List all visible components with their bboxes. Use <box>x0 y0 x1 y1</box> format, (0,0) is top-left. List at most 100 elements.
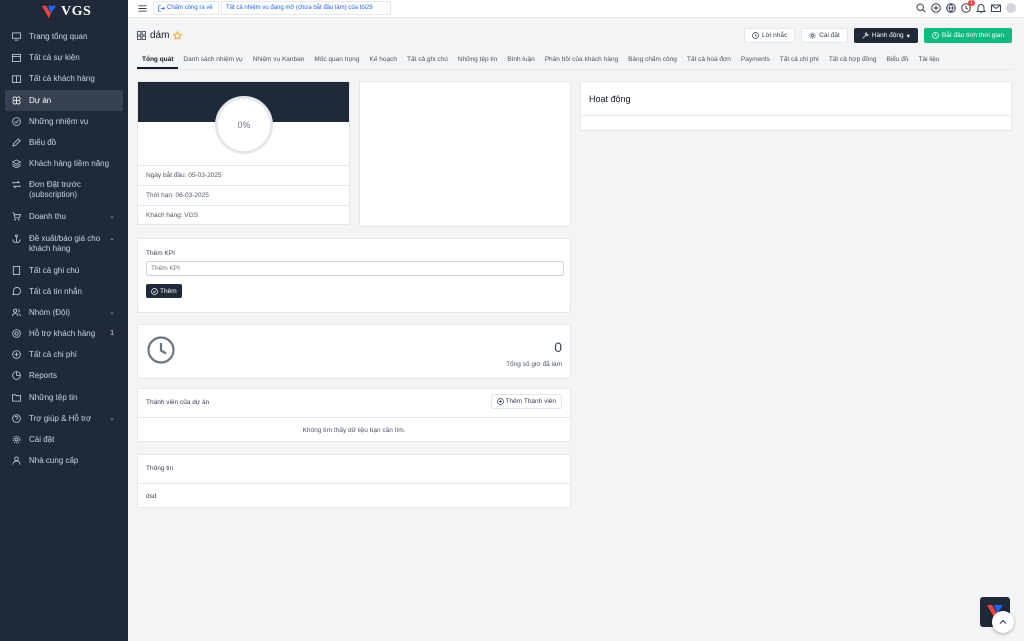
chevron-down-icon: ⌄ <box>109 414 115 422</box>
sidebar-item-label: Tất cả tin nhắn <box>29 286 82 296</box>
project-info-card: Thông tin dsd <box>137 454 571 508</box>
sidebar-item-subscriptions[interactable]: Đơn Đặt trước (subscription) <box>0 174 128 206</box>
search-icon[interactable] <box>916 3 926 13</box>
sidebar-item-settings[interactable]: Cài đặt <box>0 429 128 450</box>
tab-timesheets[interactable]: Bảng chấm công <box>623 52 682 69</box>
chart-pie-icon <box>12 371 21 381</box>
page-title: dám <box>137 30 183 41</box>
sidebar-item-events[interactable]: Tất cả sự kiện <box>0 47 128 68</box>
kpi-input[interactable] <box>146 261 564 276</box>
add-member-button[interactable]: Thêm Thành viên <box>490 394 562 409</box>
folder-icon <box>12 394 21 402</box>
client-name: Khách hàng: VGS <box>146 212 199 219</box>
deadline-row: Thời hạn: 06-03-2025 <box>138 185 349 205</box>
add-kpi-button[interactable]: Thêm <box>146 284 182 298</box>
start-timer-button[interactable]: Bắt đầu tính thời gian <box>923 28 1012 43</box>
avatar[interactable] <box>1006 3 1016 13</box>
sidebar-item-dashboard[interactable]: Trang tổng quan <box>0 26 128 47</box>
tab-comments[interactable]: Bình luận <box>502 52 539 69</box>
tab-overview[interactable]: Tổng quát <box>137 52 179 69</box>
sidebar-item-team[interactable]: Nhóm (Đội) ⌄ <box>0 302 128 323</box>
add-icon[interactable] <box>931 3 941 13</box>
tab-kanban[interactable]: Nhiệm vụ Kanban <box>248 52 310 69</box>
tab-plan[interactable]: Kế hoạch <box>365 52 402 69</box>
sidebar-item-label: Đơn Đặt trước (subscription) <box>29 180 81 200</box>
tab-charts[interactable]: Biểu đồ <box>881 52 913 69</box>
tab-contracts[interactable]: Tất cả hợp đồng <box>824 52 882 69</box>
tab-milestones[interactable]: Mốc quan trọng <box>309 52 364 69</box>
sidebar-item-label: Tất cả sự kiện <box>29 53 80 63</box>
menu-icon[interactable] <box>138 4 147 13</box>
timer-notification[interactable]: 1 <box>961 0 975 13</box>
sidebar-item-help[interactable]: Trợ giúp & Hỗ trợ ⌄ <box>0 408 128 429</box>
sidebar-item-reports[interactable]: Reports <box>0 365 128 386</box>
sidebar-item-support[interactable]: Hỗ trợ khách hàng 1 <box>0 323 128 344</box>
clock-out-button[interactable]: Chấm công ra về <box>153 1 219 15</box>
brand-logo[interactable]: VGS <box>0 0 128 24</box>
bell-icon[interactable] <box>976 3 986 13</box>
scroll-to-top-button[interactable] <box>992 611 1014 633</box>
wrench-icon <box>862 32 869 39</box>
building-icon <box>12 75 21 84</box>
cart-icon <box>12 212 21 221</box>
plus-circle-icon <box>12 350 21 360</box>
actions-dropdown[interactable]: Hành động ▾ <box>853 28 918 43</box>
sidebar-item-files[interactable]: Những tệp tin <box>0 387 128 408</box>
reminder-label: Lời nhắc <box>761 32 788 39</box>
star-icon[interactable] <box>173 31 183 40</box>
sidebar-item-label: Doanh thu <box>29 212 66 222</box>
plus-circle-icon <box>496 398 504 405</box>
project-members-card: Thành viên của dự án Thêm Thành viên Khô… <box>137 388 571 442</box>
info-title: Thông tin <box>146 465 174 472</box>
actions-label: Hành động <box>871 32 904 39</box>
settings-button[interactable]: Cài đặt <box>801 28 848 43</box>
check-circle-icon <box>151 287 158 295</box>
chevron-down-icon: ⌄ <box>109 308 115 316</box>
sidebar-item-label: Trợ giúp & Hỗ trợ <box>29 413 92 423</box>
caret-down-icon: ▾ <box>906 32 910 40</box>
sidebar-item-charts[interactable]: Biểu đồ <box>0 132 128 153</box>
sidebar-item-tasks[interactable]: Những nhiệm vụ <box>0 111 128 132</box>
sidebar-item-expenses[interactable]: Tất cả chi phí <box>0 344 128 365</box>
header-actions: Lời nhắc Cài đặt Hành động ▾ Bắt đầu tín… <box>743 28 1012 43</box>
tab-invoices[interactable]: Tất cả hoá đơn <box>682 52 736 69</box>
start-date: Ngày bắt đầu: 05-03-2025 <box>146 172 222 179</box>
tab-customer-feedback[interactable]: Phản hồi của khách hàng <box>540 52 623 69</box>
mail-icon[interactable] <box>991 3 1001 13</box>
globe-icon[interactable] <box>946 3 956 13</box>
sidebar: VGS Trang tổng quan Tất cả sự kiện Tất c… <box>0 0 128 641</box>
lifebuoy-icon <box>12 329 21 338</box>
settings-label: Cài đặt <box>819 32 840 39</box>
sidebar-item-messages[interactable]: Tất cả tin nhắn <box>0 281 128 302</box>
sidebar-item-notes[interactable]: Tất cả ghi chú <box>0 260 128 281</box>
reminder-button[interactable]: Lời nhắc <box>743 28 796 43</box>
layers-icon <box>12 159 21 169</box>
sidebar-item-label: Tất cả khách hàng <box>29 74 95 84</box>
sidebar-item-sales[interactable]: Doanh thu ⌄ <box>0 206 128 227</box>
brand-logo-icon <box>41 5 57 19</box>
clock-icon <box>932 32 939 39</box>
sidebar-item-leads[interactable]: Khách hàng tiềm năng <box>0 153 128 174</box>
sidebar-item-vendors[interactable]: Nhà cung cấp <box>0 450 128 471</box>
sidebar-item-projects[interactable]: Dự án <box>5 89 123 111</box>
gear-icon <box>809 32 816 39</box>
sidebar-item-proposals[interactable]: Đề xuất/báo giá cho khách hàng ⌄ <box>0 228 128 260</box>
tab-notes[interactable]: Tất cả ghi chú <box>402 52 453 69</box>
clock-icon <box>147 336 175 364</box>
tab-task-list[interactable]: Danh sách nhiệm vụ <box>178 52 247 69</box>
tab-payments[interactable]: Payments <box>736 52 775 69</box>
members-empty-message: Không tìm thấy dữ liệu bạn cần tìm. <box>302 427 406 434</box>
deadline: Thời hạn: 06-03-2025 <box>146 192 209 199</box>
open-tasks-link[interactable]: Tất cả nhiệm vụ đang mở (chưa bắt đầu là… <box>221 1 391 15</box>
sidebar-item-clients[interactable]: Tất cả khách hàng <box>0 68 128 89</box>
tab-documents[interactable]: Tài liệu <box>914 52 945 69</box>
time-logged-card: 0 Tổng số giờ đã làm <box>137 324 571 379</box>
tab-expenses[interactable]: Tất cả chi phí <box>775 52 824 69</box>
sidebar-item-label: Biểu đồ <box>29 137 57 147</box>
notification-badge: 1 <box>968 0 975 6</box>
topbar-actions: 1 <box>916 0 1016 13</box>
brand-name: VGS <box>61 4 92 19</box>
sidebar-item-label: Nhóm (Đội) <box>29 307 70 317</box>
tab-files[interactable]: Những tệp tin <box>453 52 502 69</box>
chevron-up-icon <box>999 619 1007 624</box>
